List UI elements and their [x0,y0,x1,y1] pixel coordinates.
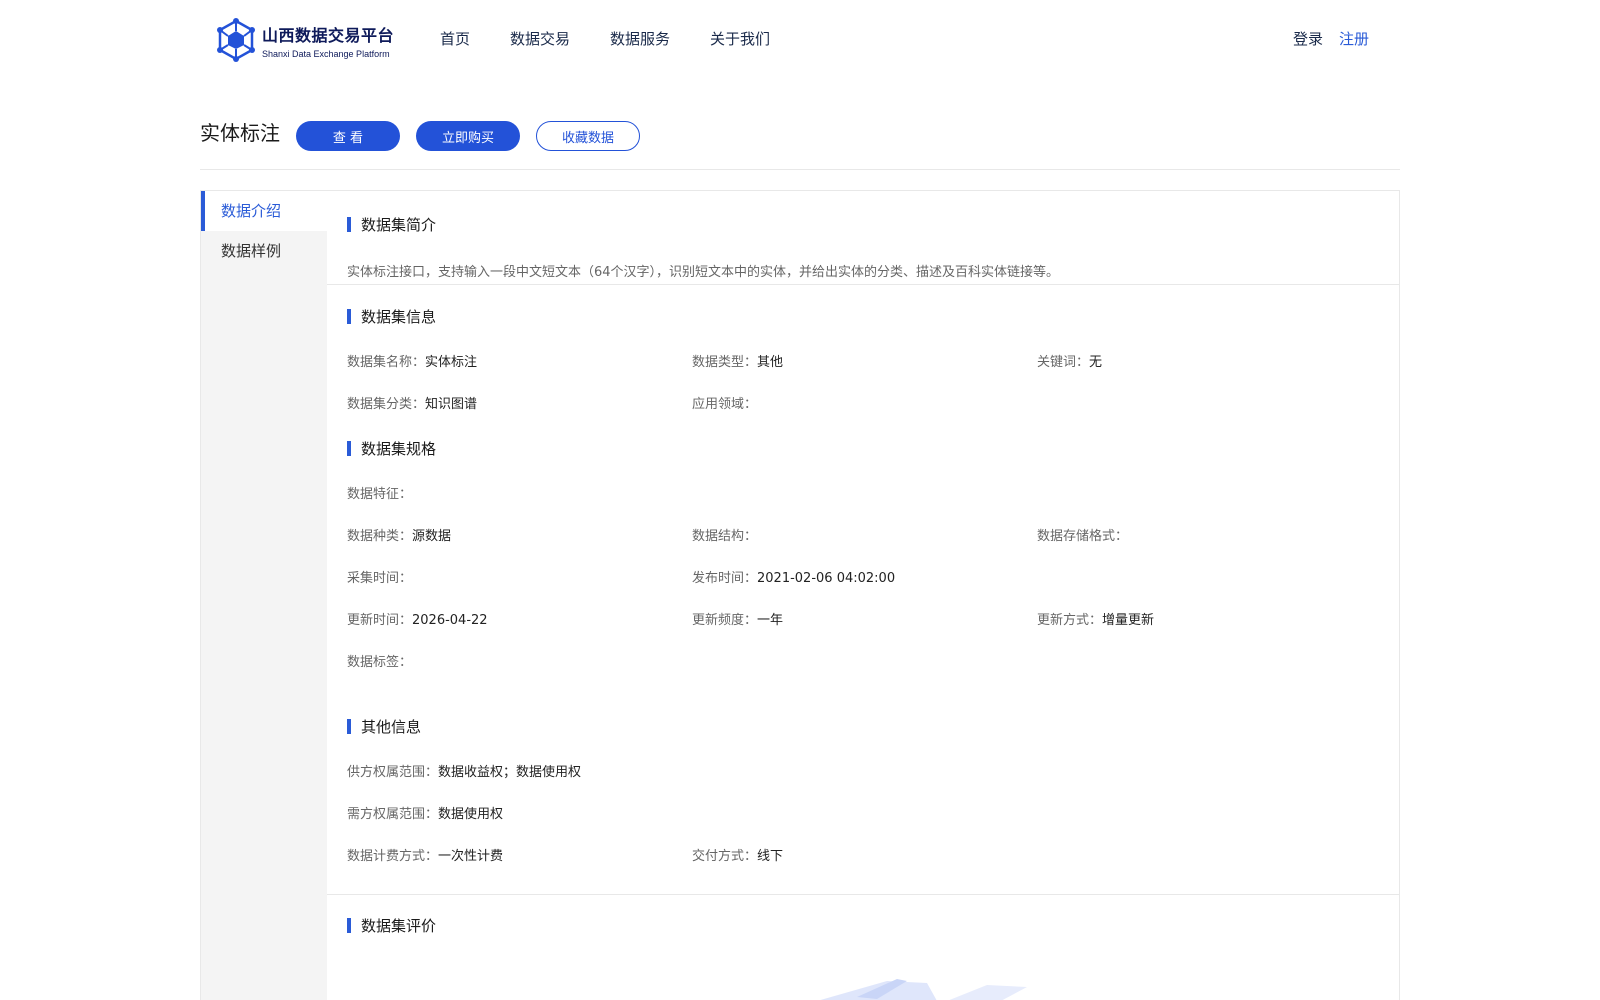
dataset-title-bar: 实体标注 查 看 立即购买 收藏数据 [200,116,1400,170]
intro-description: 实体标注接口，支持输入一段中文短文本（64个汉字），识别短文本中的实体，并给出实… [347,265,1060,280]
hexagon-network-icon [217,18,255,62]
heading-accent-bar [347,917,351,933]
section-info-title: 数据集信息 [361,307,437,326]
section-other-title: 其他信息 [361,717,422,736]
divider [327,284,1399,285]
section-other-heading: 其他信息 [347,715,421,737]
divider [327,894,1399,895]
heading-accent-bar [347,440,351,456]
nav-data-trade[interactable]: 数据交易 [510,28,570,49]
content-panel: 数据介绍 数据样例 数据集简介 实体标注接口，支持输入一段中文短文本（64个汉字… [200,190,1400,1000]
field-storage-format: 数据存储格式： [1037,529,1129,544]
field-billing: 数据计费方式：一次性计费 [347,849,504,864]
section-review-heading: 数据集评价 [347,914,436,936]
field-demander-rights: 需方权属范围：数据使用权 [347,807,504,822]
register-link[interactable]: 注册 [1339,28,1369,49]
field-update-mode: 更新方式：增量更新 [1037,613,1155,628]
field-keyword: 关键词：无 [1037,355,1103,370]
heading-accent-bar [347,718,351,734]
main-nav: 首页 数据交易 数据服务 关于我们 [440,28,810,49]
sidebar-item-samples[interactable]: 数据样例 [201,231,327,271]
field-data-type: 数据类型：其他 [692,355,784,370]
field-category: 数据集分类：知识图谱 [347,397,478,412]
field-publish-time: 发布时间：2021-02-06 04:02:00 [692,571,896,586]
field-kind: 数据种类：源数据 [347,529,452,544]
heading-accent-bar [347,216,351,232]
favorite-button[interactable]: 收藏数据 [536,121,640,151]
field-feature: 数据特征： [347,487,413,502]
field-update-frequency: 更新频度：一年 [692,613,784,628]
sidebar: 数据介绍 数据样例 [201,191,327,1000]
top-header: 山西数据交易平台 Shanxi Data Exchange Platform 首… [0,0,1600,80]
field-dataset-name: 数据集名称：实体标注 [347,355,478,370]
field-collect-time: 采集时间： [347,571,413,586]
section-intro-title: 数据集简介 [361,215,437,234]
page-title: 实体标注 [200,121,280,145]
nav-about[interactable]: 关于我们 [710,28,770,49]
brand-name-en: Shanxi Data Exchange Platform [262,48,390,59]
section-spec-title: 数据集规格 [361,439,437,458]
section-review-title: 数据集评价 [361,916,437,935]
section-info-heading: 数据集信息 [347,305,436,327]
view-button[interactable]: 查 看 [296,121,400,151]
field-update-time: 更新时间：2026-04-22 [347,613,488,628]
heading-accent-bar [347,308,351,324]
auth-links: 登录 注册 [1293,28,1369,49]
field-delivery: 交付方式：线下 [692,849,784,864]
section-spec-heading: 数据集规格 [347,437,436,459]
buy-now-button[interactable]: 立即购买 [416,121,520,151]
field-domain: 应用领域： [692,397,758,412]
field-tags: 数据标签： [347,655,413,670]
login-link[interactable]: 登录 [1293,28,1323,49]
field-structure: 数据结构： [692,529,758,544]
sidebar-item-intro[interactable]: 数据介绍 [201,191,327,231]
nav-home[interactable]: 首页 [440,28,470,49]
field-supplier-rights: 供方权属范围：数据收益权；数据使用权 [347,765,582,780]
nav-data-service[interactable]: 数据服务 [610,28,670,49]
section-intro-heading: 数据集简介 [347,213,436,235]
brand-logo[interactable]: 山西数据交易平台 Shanxi Data Exchange Platform [216,18,394,62]
brand-name-cn: 山西数据交易平台 [262,25,395,45]
empty-state-illustration [820,979,1027,1000]
